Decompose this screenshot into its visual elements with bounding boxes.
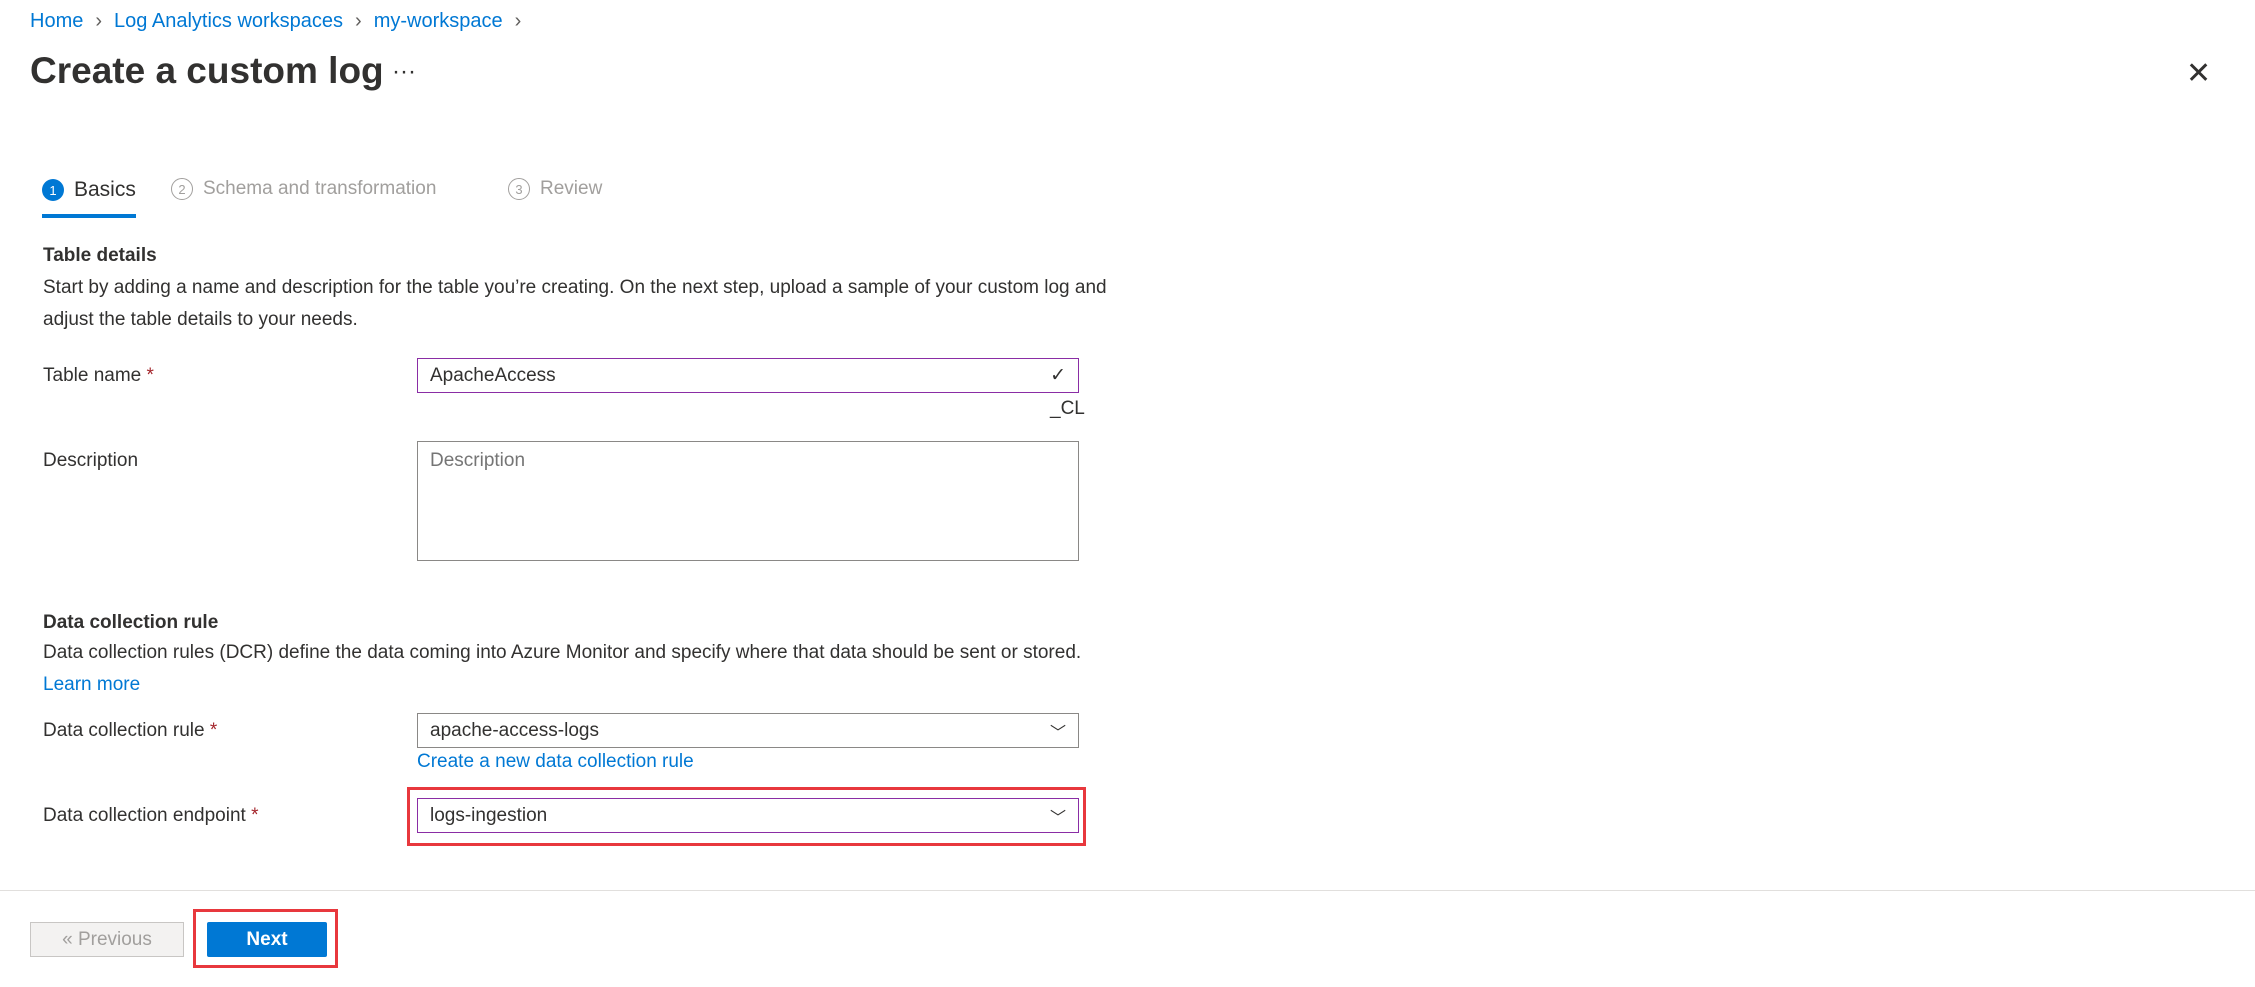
- active-tab-indicator: [42, 214, 136, 218]
- chevron-right-icon: ›: [95, 10, 103, 32]
- tab-basics[interactable]: 1 Basics: [42, 178, 136, 202]
- footer-divider: [0, 890, 2255, 891]
- required-marker: *: [209, 720, 218, 741]
- label-text: Table name: [43, 365, 142, 386]
- next-button[interactable]: Next: [207, 922, 327, 957]
- breadcrumb-workspaces[interactable]: Log Analytics workspaces: [114, 10, 343, 33]
- step-number: 3: [508, 178, 530, 200]
- label-text: Data collection endpoint: [43, 805, 246, 826]
- table-name-label: Table name *: [43, 365, 154, 387]
- required-marker: *: [146, 365, 154, 386]
- step-number: 2: [171, 178, 193, 200]
- label-text: Data collection rule: [43, 720, 205, 741]
- dcr-heading: Data collection rule: [43, 612, 219, 633]
- description-input[interactable]: [417, 441, 1079, 561]
- step-label: Schema and transformation: [203, 178, 437, 199]
- more-options-icon[interactable]: ···: [392, 58, 416, 86]
- breadcrumb-workspace[interactable]: my-workspace: [374, 10, 503, 33]
- chevron-right-icon: ›: [514, 10, 522, 32]
- dcr-description-text: Data collection rules (DCR) define the d…: [43, 642, 1082, 663]
- checkmark-icon: ✓: [1050, 365, 1066, 386]
- required-marker: *: [251, 805, 259, 826]
- previous-button[interactable]: « Previous: [30, 922, 184, 957]
- breadcrumb: Home › Log Analytics workspaces › my-works…: [30, 10, 521, 33]
- step-label: Review: [540, 178, 603, 199]
- table-details-description: Start by adding a name and description f…: [43, 277, 1107, 330]
- tab-review[interactable]: 3 Review: [508, 178, 602, 200]
- description-label: Description: [43, 450, 139, 471]
- step-number: 1: [42, 179, 64, 201]
- chevron-down-icon: ﹀: [1049, 809, 1066, 827]
- endpoint-label: Data collection endpoint *: [43, 805, 259, 827]
- endpoint-dropdown[interactable]: logs-ingestion ﹀: [417, 798, 1079, 833]
- chevron-down-icon: ﹀: [1049, 724, 1066, 742]
- dcr-dropdown[interactable]: apache-access-logs ﹀: [417, 713, 1079, 748]
- table-name-input[interactable]: ApacheAccess ✓: [417, 358, 1079, 393]
- learn-more-link[interactable]: Learn more: [43, 674, 140, 695]
- step-label: Basics: [74, 178, 136, 201]
- table-suffix: _CL: [1050, 398, 1085, 419]
- chevron-right-icon: ›: [355, 10, 362, 32]
- breadcrumb-home[interactable]: Home: [30, 10, 83, 33]
- dropdown-value: logs-ingestion: [430, 804, 548, 826]
- page-title: Create a custom log: [30, 50, 384, 91]
- dropdown-value: apache-access-logs: [430, 719, 599, 741]
- table-details-heading: Table details: [43, 245, 157, 266]
- dcr-description: Data collection rules (DCR) define the d…: [43, 637, 1123, 701]
- input-value: ApacheAccess: [430, 364, 556, 386]
- close-icon[interactable]: ✕: [2186, 56, 2211, 91]
- dcr-label: Data collection rule *: [43, 720, 217, 742]
- create-dcr-link[interactable]: Create a new data collection rule: [417, 751, 694, 773]
- tab-schema[interactable]: 2 Schema and transformation: [171, 178, 436, 200]
